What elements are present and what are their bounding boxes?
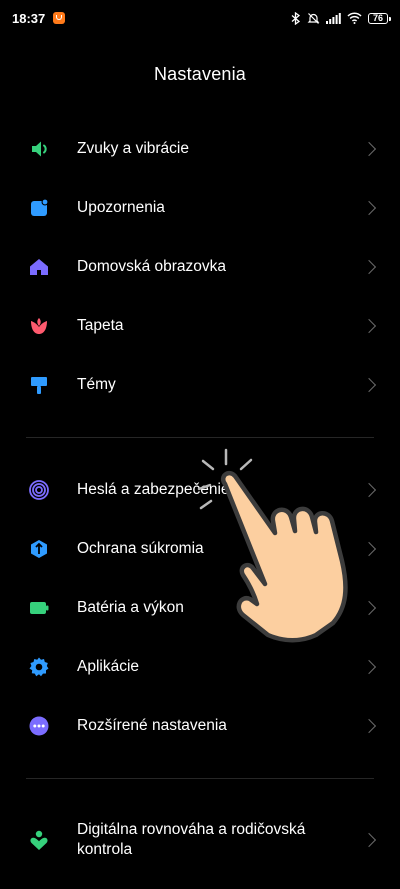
chevron-right-icon [361,200,377,216]
settings-item-label: Batéria a výkon [77,599,184,616]
settings-item-notifications[interactable]: Upozornenia [0,180,400,236]
settings-item-label: Aplikácie [77,658,140,675]
bluetooth-icon [291,11,301,25]
settings-item-privacy[interactable]: Ochrana súkromia [0,521,400,577]
chevron-right-icon [361,318,377,334]
page-title: Nastavenia [153,64,247,84]
app-notification-icon [53,12,66,24]
settings-item-passwords-security[interactable]: Heslá a zabezpečenie [0,462,400,518]
signal-icon [326,12,341,24]
battery-icon: 76 [368,12,391,24]
chevron-right-icon [361,259,377,275]
section-divider [26,778,374,779]
settings-item-label: Zvuky a vibrácie [77,140,189,157]
silent-icon [307,12,320,24]
settings-item-digital-wellbeing[interactable]: Digitálna rovnováha a rodičovská kontrol… [0,808,400,872]
more-dots-icon [26,713,52,739]
section-divider [26,437,374,438]
chevron-right-icon [361,600,377,616]
chevron-right-icon [361,141,377,157]
chevron-right-icon [361,832,377,848]
settings-item-apps[interactable]: Aplikácie [0,639,400,695]
chevron-right-icon [361,377,377,393]
gear-icon [26,654,52,680]
settings-item-label: Tapeta [77,317,124,334]
settings-item-themes[interactable]: Témy [0,357,400,413]
status-time: 18:37 [12,10,46,26]
privacy-shield-icon [26,536,52,562]
battery-performance-icon [26,595,52,621]
settings-item-label: Heslá a zabezpečenie [77,481,230,498]
chevron-right-icon [361,541,377,557]
paintbrush-icon [26,372,52,398]
digital-wellbeing-icon [26,827,52,853]
home-icon [26,254,52,280]
settings-item-label: Upozornenia [77,199,165,216]
settings-item-label: Digitálna rovnováha a rodičovská kontrol… [77,821,306,858]
notification-icon [26,195,52,221]
status-bar: 18:37 76 [0,0,400,36]
fingerprint-icon [26,477,52,503]
settings-item-label: Rozšírené nastavenia [77,717,227,734]
settings-item-label: Ochrana súkromia [77,540,204,557]
chevron-right-icon [361,718,377,734]
settings-item-sounds[interactable]: Zvuky a vibrácie [0,121,400,177]
chevron-right-icon [361,659,377,675]
status-icons: 76 [291,11,391,25]
tulip-icon [26,313,52,339]
battery-level: 76 [372,13,383,23]
wifi-icon [347,12,362,24]
settings-item-label: Domovská obrazovka [77,258,227,275]
settings-item-battery[interactable]: Batéria a výkon [0,580,400,636]
sound-icon [26,136,52,162]
settings-item-wallpaper[interactable]: Tapeta [0,298,400,354]
chevron-right-icon [361,482,377,498]
settings-item-advanced[interactable]: Rozšírené nastavenia [0,698,400,754]
settings-item-home-screen[interactable]: Domovská obrazovka [0,239,400,295]
settings-item-label: Témy [77,376,116,393]
